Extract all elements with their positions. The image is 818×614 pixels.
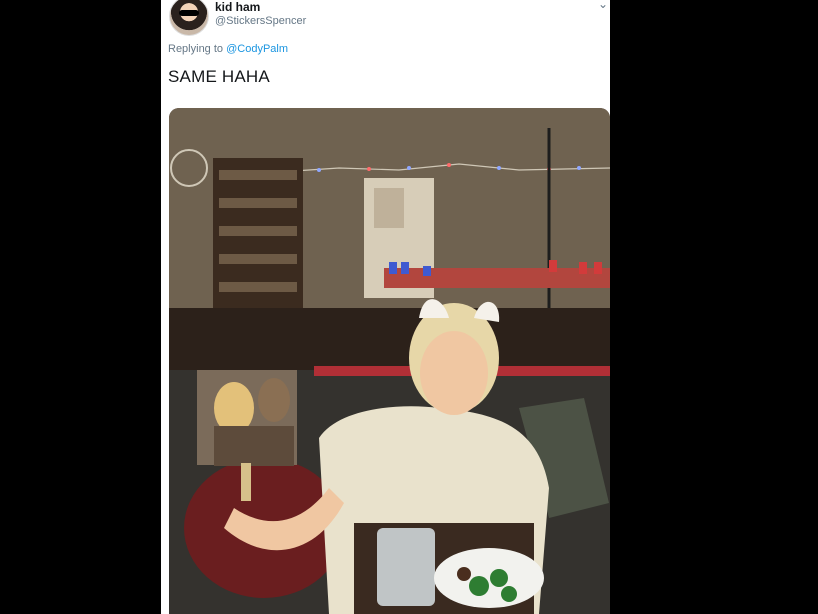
avatar[interactable] <box>169 0 209 36</box>
photo-illustration <box>169 108 610 614</box>
sunglasses-shape <box>179 10 199 16</box>
replying-to-link[interactable]: @CodyPalm <box>226 43 288 55</box>
author-handle[interactable]: @StickersSpencer <box>215 15 306 27</box>
chevron-down-icon[interactable]: ⌄ <box>598 0 608 11</box>
tweet-card: kid ham @StickersSpencer ⌄ Replying to @… <box>161 0 610 614</box>
author-name[interactable]: kid ham <box>215 0 260 14</box>
tweet-photo[interactable] <box>169 108 610 614</box>
replying-prefix: Replying to <box>168 43 224 55</box>
tweet-text: SAME HAHA <box>168 67 270 86</box>
replying-to: Replying to @CodyPalm <box>168 43 288 55</box>
